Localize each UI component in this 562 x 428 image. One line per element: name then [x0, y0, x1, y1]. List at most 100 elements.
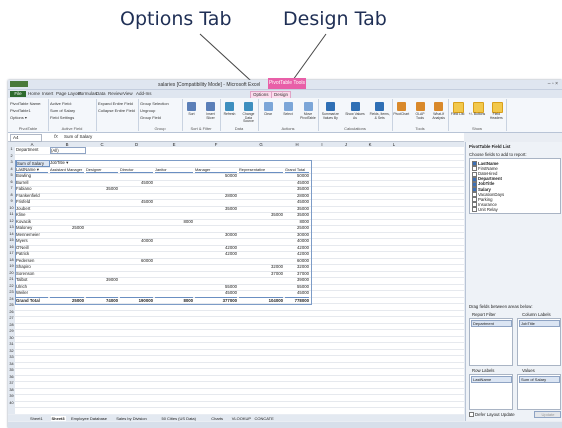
row-header[interactable]: 34 [8, 362, 15, 367]
ribbon-button-icon[interactable] [415, 102, 425, 111]
row-header[interactable]: 40 [8, 401, 15, 406]
row-header[interactable]: 24 [8, 297, 15, 302]
row-header[interactable]: 29 [8, 329, 15, 334]
column-header-I[interactable]: I [310, 142, 334, 147]
ribbon-item-label[interactable]: Collapse Entire Field [98, 108, 135, 113]
row-header[interactable]: 15 [8, 238, 15, 243]
ribbon-item-label[interactable]: PivotTable1 [10, 108, 31, 113]
sheet-tab[interactable]: Sales by Division [116, 416, 146, 421]
sheet-tab[interactable]: 50 Cities (US Data) [162, 416, 196, 421]
ribbon-button-icon[interactable] [187, 102, 196, 111]
ribbon-tab-design[interactable]: Design [271, 90, 292, 98]
window-controls[interactable]: – ▫ × [548, 81, 558, 87]
row-header[interactable]: 14 [8, 232, 15, 237]
column-header-D[interactable]: D [119, 142, 154, 147]
values-field-button[interactable]: Sum of Salary [519, 376, 560, 383]
column-header-L[interactable]: L [382, 142, 406, 147]
row-header[interactable]: 10 [8, 206, 15, 211]
ribbon-button-label[interactable]: Field Headers [488, 112, 505, 120]
row-header[interactable]: 7 [8, 186, 15, 191]
sheet-tab[interactable]: Employee Database [71, 416, 107, 421]
ribbon-item-label[interactable]: Group Selection [140, 101, 169, 106]
ribbon-button-icon[interactable] [263, 102, 273, 111]
ribbon-button-icon[interactable] [350, 102, 360, 111]
row-header[interactable]: 33 [8, 355, 15, 360]
sheet-tab[interactable]: CONCATE [255, 416, 274, 421]
worksheet-grid[interactable]: ABCDEFGHIJKL 1 2 3 4 5 6 7 8 9 10 11 12 13 14 15 16 17 18… [8, 142, 464, 414]
row-header[interactable]: 22 [8, 284, 15, 289]
field-checkbox[interactable] [472, 207, 477, 213]
row-header[interactable]: 11 [8, 212, 15, 217]
sheet-tab[interactable]: Sheet3 [50, 415, 66, 421]
row-header[interactable]: 6 [8, 180, 15, 185]
ribbon-item-label[interactable]: Sum of Salary [50, 108, 75, 113]
formula-value[interactable]: Sum of Salary [64, 134, 92, 139]
ribbon-item-label[interactable]: PivotTable Name: [10, 101, 41, 106]
ribbon-item-label[interactable]: Active Field: [50, 101, 72, 106]
sheet-tab[interactable]: Sheet1 [30, 416, 43, 421]
row-header[interactable]: 4 [8, 167, 15, 172]
ribbon-item-label[interactable]: Field Settings [50, 115, 74, 120]
ribbon-item-label[interactable]: Expand Entire Field [98, 101, 133, 106]
ribbon-button-icon[interactable] [283, 102, 293, 111]
ribbon-button-label[interactable]: Show Values As [344, 112, 367, 120]
row-header[interactable]: 9 [8, 199, 15, 204]
fx-icon[interactable]: fx [54, 134, 58, 140]
ribbon-button-label[interactable]: Insert Slicer [202, 112, 219, 120]
row-header[interactable]: 36 [8, 375, 15, 380]
row-header[interactable]: 30 [8, 336, 15, 341]
sheet-tab[interactable]: Charts [211, 416, 223, 421]
ribbon-button-label[interactable]: Select [279, 112, 297, 117]
field-list-item[interactable]: Unit Relay [472, 207, 498, 213]
row-header[interactable]: 27 [8, 316, 15, 321]
column-header-K[interactable]: K [358, 142, 382, 147]
defer-checkbox[interactable] [469, 412, 474, 418]
ribbon-button-label[interactable]: Sort [183, 112, 200, 117]
row-header[interactable]: 35 [8, 368, 15, 373]
ribbon-button-label[interactable]: Clear [259, 112, 277, 117]
ribbon-button-icon[interactable] [206, 102, 215, 111]
update-button[interactable]: Update [534, 411, 561, 418]
row-header[interactable]: 25 [8, 303, 15, 308]
column-header-F[interactable]: F [194, 142, 238, 147]
row-header[interactable]: 8 [8, 193, 15, 198]
name-box[interactable]: A4 [10, 134, 42, 142]
ribbon-tab-options[interactable]: Options [250, 90, 272, 98]
row-header[interactable]: 20 [8, 271, 15, 276]
ribbon-button-label[interactable]: Field List [449, 112, 466, 117]
row-header[interactable]: 39 [8, 394, 15, 399]
ribbon-button-label[interactable]: Refresh [221, 112, 238, 117]
ribbon-tab-insert[interactable]: Insert [40, 91, 55, 97]
ribbon-button-label[interactable]: Move PivotTable [299, 112, 317, 120]
column-header-J[interactable]: J [334, 142, 358, 147]
column-header-H[interactable]: H [284, 142, 310, 147]
sheet-tab[interactable]: VLOOKUP [232, 416, 251, 421]
ribbon-button-label[interactable]: What-If Analysis [430, 112, 447, 120]
ribbon-button-icon[interactable] [396, 102, 406, 111]
ribbon-button-label[interactable]: PivotChart [393, 112, 410, 117]
ribbon-tab-add-ins[interactable]: Add-Ins [134, 91, 154, 97]
ribbon-button-icon[interactable] [325, 102, 335, 111]
row-header[interactable]: 2 [8, 154, 15, 159]
row-header[interactable]: 5 [8, 173, 15, 178]
ribbon-item-label[interactable]: Ungroup [140, 108, 155, 113]
row-header[interactable]: 3 [8, 160, 15, 165]
row-header[interactable]: 37 [8, 381, 15, 386]
ribbon-button-label[interactable]: Summarize Values By [319, 112, 342, 120]
row-header[interactable]: 16 [8, 245, 15, 250]
row-header[interactable]: 31 [8, 342, 15, 347]
ribbon-button-icon[interactable] [434, 102, 444, 111]
row-header[interactable]: 21 [8, 277, 15, 282]
quick-access-toolbar[interactable] [10, 81, 28, 87]
row-header[interactable]: 17 [8, 251, 15, 256]
row-header[interactable]: 32 [8, 349, 15, 354]
ribbon-tab-view[interactable]: View [121, 91, 135, 97]
row-header[interactable]: 26 [8, 310, 15, 315]
ribbon-item-label[interactable]: Group Field [140, 115, 161, 120]
pivot-filter-dropdown[interactable]: (All) [50, 147, 86, 154]
row-header[interactable]: 19 [8, 264, 15, 269]
ribbon-button-icon[interactable] [244, 102, 253, 111]
ribbon-button-label[interactable]: OLAP Tools [412, 112, 429, 120]
row-header[interactable]: 38 [8, 388, 15, 393]
ribbon-button-icon[interactable] [375, 102, 385, 111]
